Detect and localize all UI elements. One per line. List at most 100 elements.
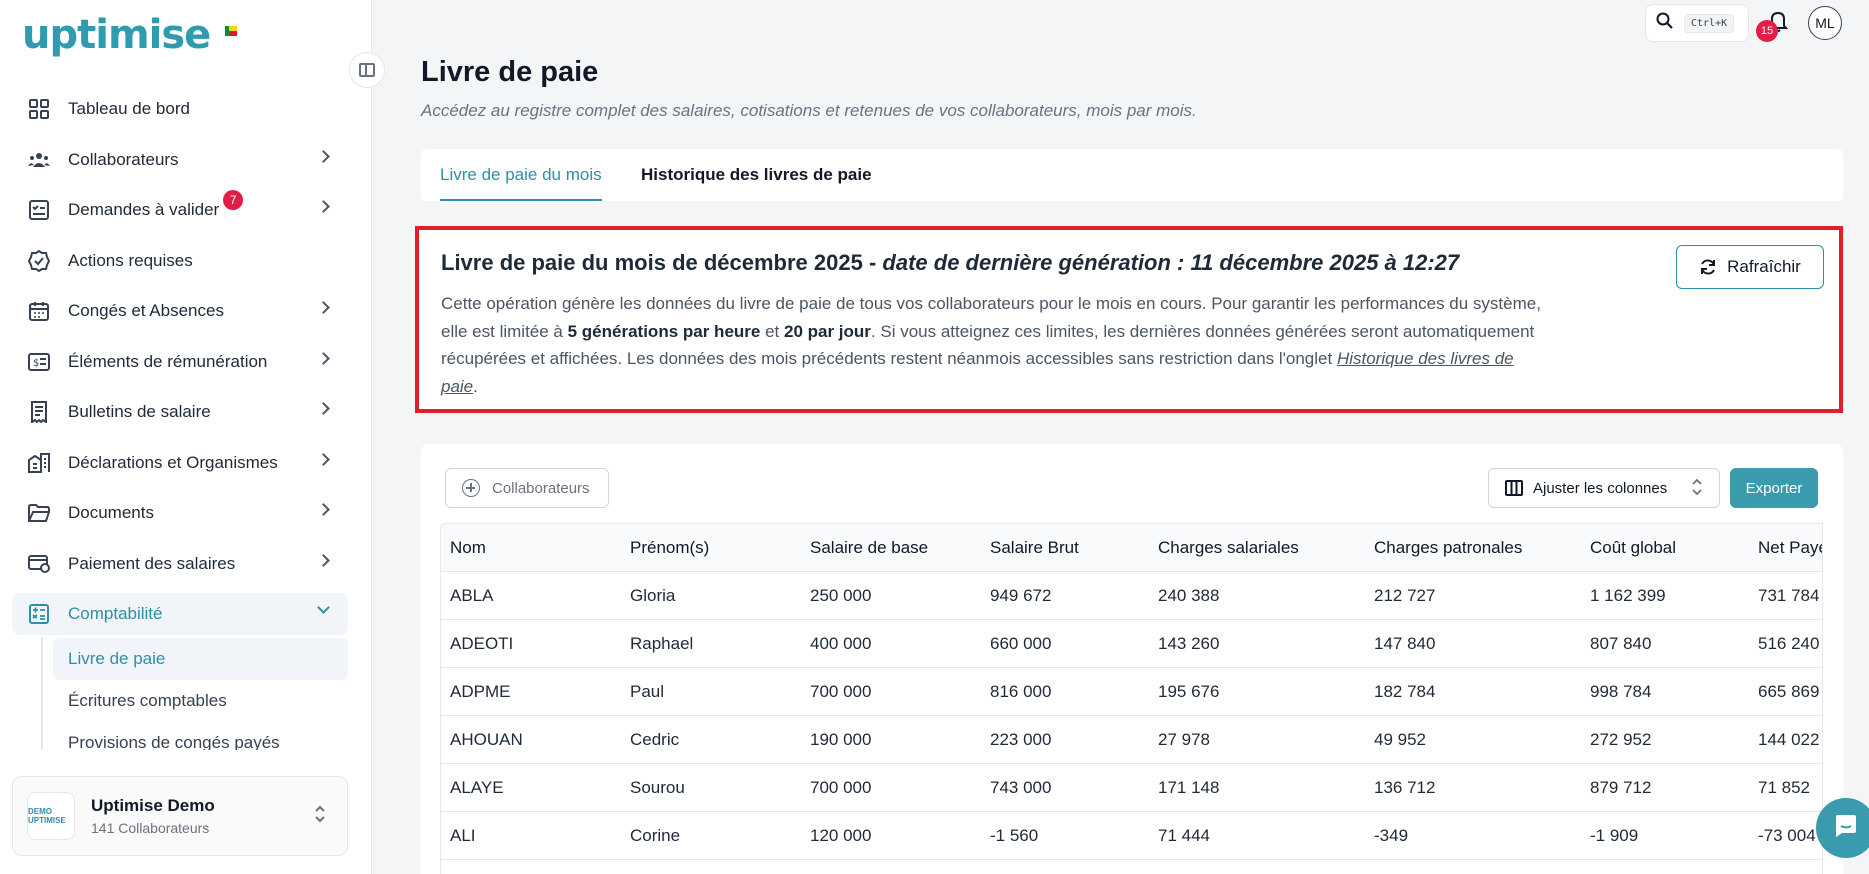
tab-historique[interactable]: Historique des livres de paie bbox=[641, 149, 872, 201]
company-name: Uptimise Demo bbox=[91, 796, 215, 815]
flag-icon bbox=[225, 26, 238, 36]
payroll-table: Nom Prénom(s) Salaire de base Salaire Br… bbox=[440, 523, 1823, 874]
company-employee-count: 141 Collaborateurs bbox=[91, 820, 210, 836]
brand-name: uptimise bbox=[22, 12, 211, 58]
column-header[interactable]: Charges salariales bbox=[1158, 524, 1299, 572]
money-icon: $ bbox=[28, 351, 50, 373]
cell-net-paye: -73 004 bbox=[1758, 826, 1816, 845]
cell-nom: ALAYE bbox=[450, 778, 504, 797]
chevron-right-icon bbox=[317, 452, 330, 466]
cell-net-paye: 71 852 bbox=[1758, 778, 1810, 797]
cell-salaire-base: 400 000 bbox=[810, 634, 872, 653]
cell-charges-salariales: 171 148 bbox=[1158, 778, 1220, 797]
company-logo: DEMO UPTIMISE bbox=[27, 792, 75, 840]
sidebar-item-conges[interactable]: Congés et Absences bbox=[12, 290, 348, 332]
cell-prenom: Raphael bbox=[630, 634, 694, 653]
chevron-updown-icon bbox=[313, 803, 327, 827]
cell-net-paye: 516 240 bbox=[1758, 634, 1820, 653]
refresh-button[interactable]: Rafraîchir bbox=[1676, 245, 1824, 289]
sidebar-item-documents[interactable]: Documents bbox=[12, 492, 348, 534]
sidebar-item-bulletins[interactable]: Bulletins de salaire bbox=[12, 391, 348, 433]
column-header[interactable]: Net Payé bbox=[1758, 524, 1822, 572]
column-header[interactable]: Salaire Brut bbox=[990, 524, 1079, 572]
cell-cout-global: -1 909 bbox=[1590, 826, 1639, 845]
cell-salaire-brut: 816 000 bbox=[990, 682, 1052, 701]
table-row[interactable]: AHOUAN Cedric 190 000 223 000 27 978 49 … bbox=[441, 716, 1822, 764]
cell-nom: ABLA bbox=[450, 586, 494, 605]
table-row[interactable]: ADEOTI Raphael 400 000 660 000 143 260 1… bbox=[441, 620, 1822, 668]
cell-nom: ADPME bbox=[450, 682, 511, 701]
chevron-right-icon bbox=[317, 301, 330, 314]
cell-charges-salariales: 240 388 bbox=[1158, 586, 1220, 605]
support-chat-button[interactable] bbox=[1816, 798, 1869, 858]
cell-charges-salariales: 195 676 bbox=[1158, 682, 1220, 701]
sidebar-item-demandes[interactable]: Demandes à valider 7 bbox=[12, 189, 348, 231]
column-header[interactable]: Prénom(s) bbox=[630, 524, 709, 572]
cell-prenom: Corine bbox=[630, 826, 681, 845]
subnav-item-livre-de-paie[interactable]: Livre de paie bbox=[53, 638, 348, 680]
column-header[interactable]: Coût global bbox=[1590, 524, 1676, 572]
column-header[interactable]: Charges patronales bbox=[1374, 524, 1522, 572]
table-row[interactable]: ADPME Paul 700 000 816 000 195 676 182 7… bbox=[441, 668, 1822, 716]
payroll-generation-info: Livre de paie du mois de décembre 2025 -… bbox=[415, 226, 1843, 413]
cell-prenom: Gloria bbox=[630, 586, 676, 605]
info-text-part: et bbox=[760, 321, 784, 341]
chevron-right-icon bbox=[317, 351, 330, 365]
card-icon bbox=[28, 553, 50, 575]
column-header[interactable]: Nom bbox=[450, 524, 486, 572]
receipt-icon bbox=[28, 401, 50, 423]
subnav-item-provisions[interactable]: Provisions de congés payés bbox=[53, 722, 348, 750]
columns-icon bbox=[1505, 480, 1523, 496]
cell-salaire-brut: 660 000 bbox=[990, 634, 1052, 653]
sidebar-collapse-button[interactable] bbox=[349, 52, 385, 88]
filter-collaborateurs-button[interactable]: Collaborateurs bbox=[445, 468, 609, 508]
cell-prenom: Paul bbox=[630, 682, 665, 701]
sidebar-item-remuneration[interactable]: $ Éléments de rémunération bbox=[12, 341, 348, 383]
info-title: Livre de paie du mois de décembre 2025 -… bbox=[441, 250, 1459, 276]
table-row[interactable]: ALAYE Sourou 700 000 743 000 171 148 136… bbox=[441, 764, 1822, 812]
cell-charges-patronales: 136 712 bbox=[1374, 778, 1436, 797]
sidebar-item-label: Tableau de bord bbox=[68, 99, 190, 118]
info-title-date: date de dernière génération : 11 décembr… bbox=[882, 250, 1460, 275]
subnav-item-label: Écritures comptables bbox=[68, 691, 227, 710]
users-icon bbox=[28, 149, 50, 171]
column-header[interactable]: Salaire de base bbox=[810, 524, 928, 572]
sidebar-item-paiement[interactable]: Paiement des salaires bbox=[12, 543, 348, 585]
shortcut-hint: Ctrl+K bbox=[1684, 13, 1735, 33]
info-title-main: Livre de paie du mois de décembre 2025 - bbox=[441, 250, 883, 275]
cell-salaire-base: 190 000 bbox=[810, 730, 872, 749]
cell-cout-global: 879 712 bbox=[1590, 778, 1652, 797]
subnav-item-label: Provisions de congés payés bbox=[68, 733, 280, 750]
cell-charges-patronales: 182 784 bbox=[1374, 682, 1436, 701]
pending-count-badge: 7 bbox=[223, 190, 244, 210]
table-row[interactable]: ALI Corine 120 000 -1 560 71 444 -349 -1… bbox=[441, 812, 1822, 860]
sidebar-item-dashboard[interactable]: Tableau de bord bbox=[12, 88, 348, 130]
adjust-columns-label: Ajuster les colonnes bbox=[1533, 479, 1668, 497]
company-switcher[interactable]: DEMO UPTIMISE Uptimise Demo 141 Collabor… bbox=[12, 776, 348, 856]
sidebar-item-label: Bulletins de salaire bbox=[68, 402, 211, 421]
export-button[interactable]: Exporter bbox=[1730, 468, 1818, 508]
sidebar-item-actions[interactable]: Actions requises bbox=[12, 240, 348, 282]
refresh-label: Rafraîchir bbox=[1727, 257, 1801, 276]
cell-cout-global: 1 162 399 bbox=[1590, 586, 1666, 605]
sidebar-item-comptabilite[interactable]: Comptabilité bbox=[12, 593, 348, 635]
sidebar-item-label: Comptabilité bbox=[68, 604, 163, 623]
building-icon bbox=[28, 452, 50, 474]
dashboard-icon bbox=[28, 98, 50, 120]
sidebar: uptimise Tableau de bord Collaborateurs bbox=[0, 0, 372, 874]
sidebar-item-label: Paiement des salaires bbox=[68, 553, 236, 573]
cell-charges-patronales: -349 bbox=[1374, 826, 1409, 845]
sidebar-item-label: Actions requises bbox=[68, 250, 193, 270]
tab-livre-du-mois[interactable]: Livre de paie du mois bbox=[440, 149, 602, 201]
cell-charges-salariales: 71 444 bbox=[1158, 826, 1210, 845]
folder-icon bbox=[28, 502, 50, 524]
subnav-item-ecritures[interactable]: Écritures comptables bbox=[53, 680, 348, 722]
table-row[interactable]: ABLA Gloria 250 000 949 672 240 388 212 … bbox=[441, 572, 1822, 620]
user-avatar[interactable]: ML bbox=[1808, 6, 1842, 40]
brand-logo[interactable]: uptimise bbox=[22, 12, 238, 58]
sidebar-item-declarations[interactable]: Déclarations et Organismes bbox=[12, 442, 348, 484]
search-button[interactable]: Ctrl+K bbox=[1645, 4, 1749, 42]
sidebar-item-collaborateurs[interactable]: Collaborateurs bbox=[12, 139, 348, 181]
adjust-columns-button[interactable]: Ajuster les colonnes bbox=[1488, 468, 1720, 508]
badge-check-icon bbox=[28, 249, 50, 272]
